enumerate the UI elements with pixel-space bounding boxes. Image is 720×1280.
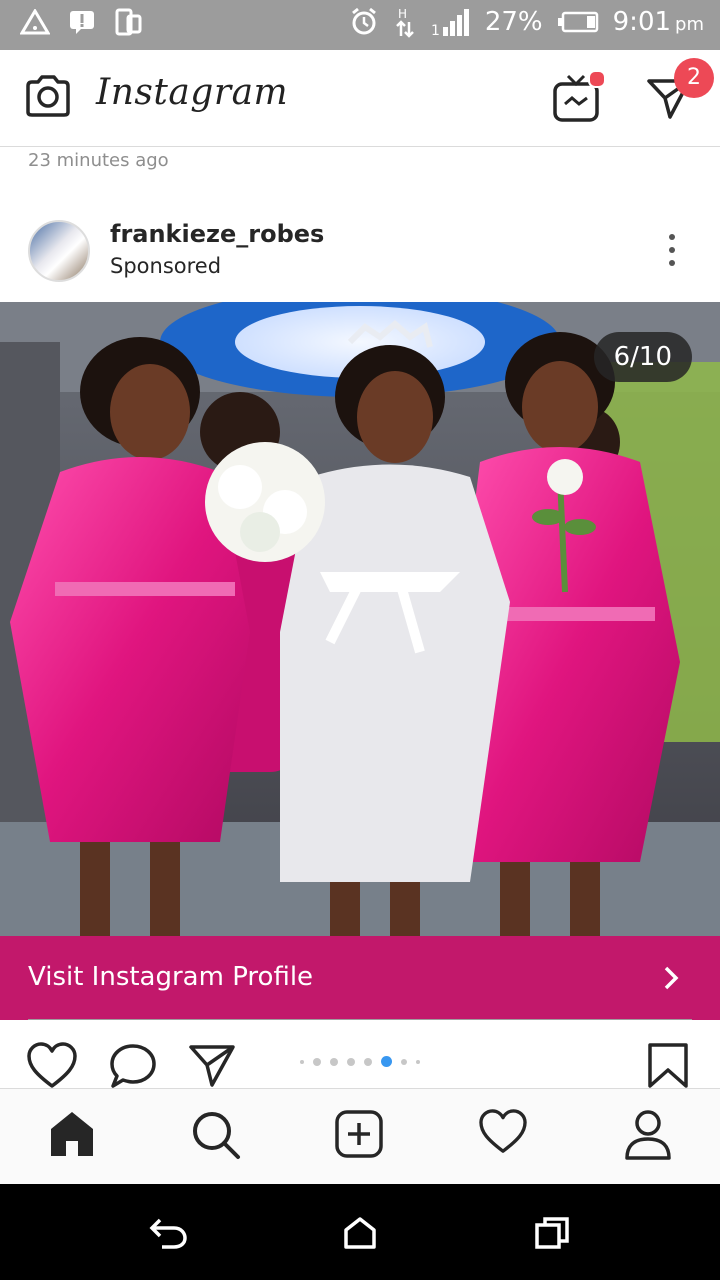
carousel-dot — [300, 1059, 304, 1064]
carousel-dot — [416, 1059, 420, 1064]
app-header: Instagram 2 — [0, 50, 720, 147]
carousel-dot — [401, 1058, 407, 1065]
clock: 9:01 pm — [613, 7, 704, 37]
carousel-counter: 6/10 — [593, 332, 692, 382]
camera-icon[interactable] — [24, 74, 72, 118]
post-username[interactable]: frankieze_robes — [110, 220, 324, 248]
status-bar: H 1 27% 9:01 pm — [0, 0, 720, 50]
signal-icon: 1 — [431, 9, 469, 37]
bottom-tab-bar — [0, 1088, 720, 1185]
search-icon[interactable] — [190, 1109, 242, 1161]
carousel-indicator — [300, 1056, 420, 1067]
chevron-right-icon — [664, 966, 679, 990]
more-options-icon[interactable] — [664, 232, 680, 268]
carousel-dot — [347, 1057, 355, 1066]
svg-text:1: 1 — [431, 23, 440, 37]
home-button-icon[interactable] — [342, 1216, 378, 1250]
carousel-dot-active — [381, 1056, 392, 1067]
post-photo[interactable]: 6/10 — [0, 302, 720, 936]
data-icon: H — [395, 7, 414, 38]
screen-icon — [115, 8, 142, 36]
battery-percent: 27% — [484, 7, 543, 37]
warning-icon — [20, 9, 50, 35]
like-icon[interactable] — [26, 1042, 78, 1090]
svg-text:H: H — [398, 7, 407, 21]
recent-apps-icon[interactable] — [534, 1216, 570, 1250]
visit-profile-cta[interactable]: Visit Instagram Profile — [0, 936, 720, 1020]
carousel-dot — [364, 1057, 372, 1066]
home-icon[interactable] — [48, 1109, 96, 1159]
new-post-icon[interactable] — [334, 1109, 384, 1159]
post-actions — [0, 1020, 720, 1088]
igtv-notification-dot — [588, 70, 606, 88]
cta-label: Visit Instagram Profile — [28, 962, 314, 992]
clock-time: 9:01 — [612, 7, 672, 37]
alarm-icon — [351, 7, 376, 35]
dm-badge: 2 — [674, 58, 714, 98]
clock-suffix: pm — [675, 14, 704, 35]
previous-post-time: 23 minutes ago — [28, 150, 169, 171]
system-navigation-bar — [0, 1184, 720, 1280]
carousel-dot — [313, 1057, 321, 1066]
save-icon[interactable] — [646, 1042, 690, 1090]
share-icon[interactable] — [188, 1042, 236, 1088]
alert-icon — [70, 11, 94, 34]
comment-icon[interactable] — [108, 1042, 158, 1090]
profile-icon[interactable] — [624, 1109, 672, 1161]
activity-icon[interactable] — [478, 1109, 528, 1155]
sponsored-label: Sponsored — [110, 254, 222, 278]
carousel-dot — [330, 1057, 338, 1066]
post-header: frankieze_robes Sponsored — [0, 200, 720, 300]
avatar[interactable] — [28, 220, 90, 282]
back-icon[interactable] — [148, 1216, 188, 1250]
app-logo: Instagram — [96, 72, 289, 113]
battery-icon — [557, 11, 598, 33]
bridal-party-illustration — [0, 302, 720, 936]
